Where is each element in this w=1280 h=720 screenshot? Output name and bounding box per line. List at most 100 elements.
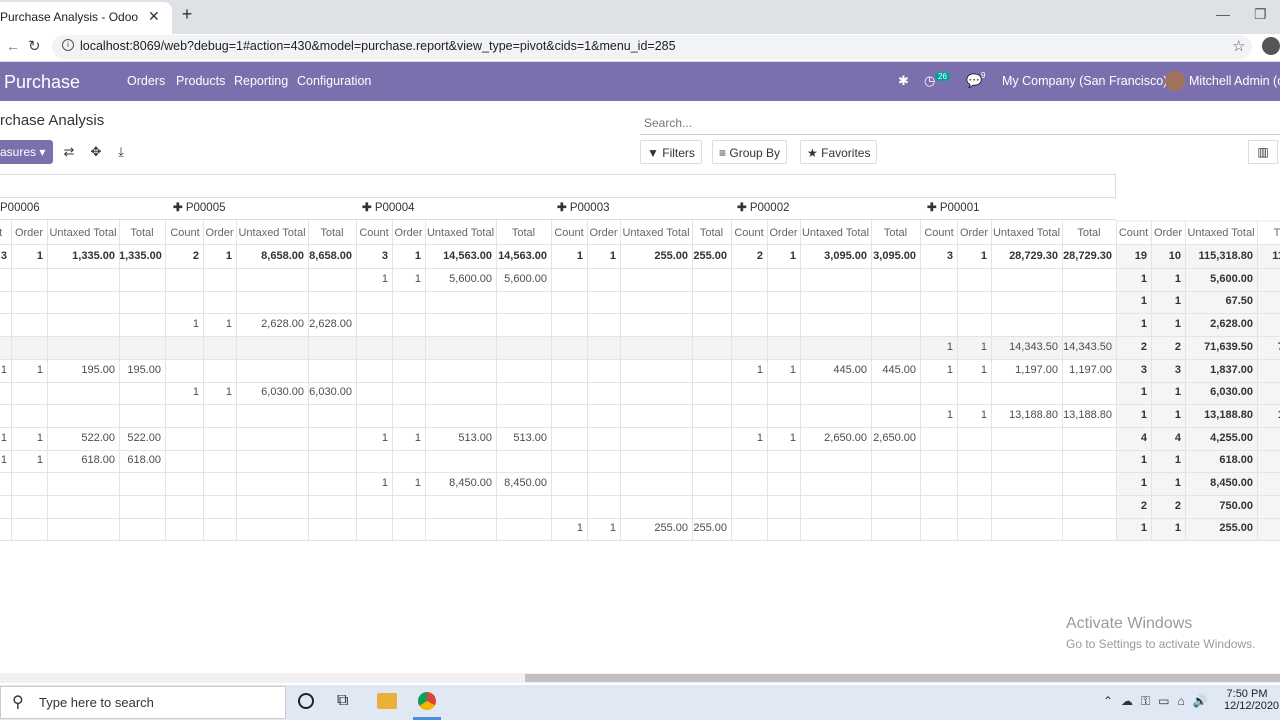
column-group-header[interactable]: ✚ P00001 [921,197,980,220]
debug-bug-icon[interactable]: ✱ [898,73,909,89]
column-divider [920,220,921,540]
pivot-cell: 1 [381,272,388,285]
activity-clock-icon[interactable]: ◷ [924,73,935,89]
flip-axis-icon[interactable]: ⇄ [57,140,81,164]
plus-icon: ✚ [737,202,750,214]
pivot-cell [0,381,11,404]
pivot-cell: 1,335.00 [119,250,162,262]
avatar[interactable] [1165,71,1185,91]
url-text[interactable]: localhost:8069/web?debug=1#action=430&mo… [80,39,676,53]
back-icon[interactable]: ← [6,38,20,54]
pivot-cell [236,268,308,291]
pivot-cell [620,427,692,450]
filters-button[interactable]: ▼ Filters [640,140,702,164]
measure-header: Order [11,222,47,245]
file-explorer-icon[interactable] [377,693,397,709]
column-group-label: P00004 [374,202,415,214]
menu-products[interactable]: Products [176,74,225,88]
company-switcher[interactable]: My Company (San Francisco) [1002,74,1167,88]
column-group-header[interactable]: ✚ P00003 [551,197,610,220]
profile-icon[interactable] [1262,37,1280,55]
messages-chat-icon[interactable]: 💬 [966,73,982,89]
pivot-total-cell: 71, [1257,336,1280,359]
download-icon[interactable]: ⤓ [109,140,133,164]
pivot-cell [308,472,356,495]
info-icon[interactable]: i [62,39,74,51]
pivot-cell [496,404,551,427]
column-divider [11,220,12,540]
pivot-cell: 195.00 [127,363,161,376]
pivot-cell [871,517,920,540]
reload-icon[interactable]: ↻ [28,37,41,55]
header-divider [0,244,1280,245]
chrome-icon[interactable] [418,692,436,710]
search-input[interactable] [640,111,1280,135]
pivot-cell [800,381,871,404]
column-divider [356,220,357,540]
pivot-cell [47,517,119,540]
bookmark-star-icon[interactable]: ☆ [1232,37,1245,55]
pivot-cell [47,404,119,427]
column-divider [871,220,872,540]
pivot-cell [921,268,957,291]
column-divider [1151,220,1152,540]
pivot-cell [496,381,551,404]
pivot-cell [496,336,551,359]
measure-header: Count [167,222,203,245]
cortana-icon[interactable] [298,693,314,709]
column-divider [991,220,992,540]
new-tab-button[interactable]: + [176,4,198,28]
graph-view-icon[interactable]: ▥ [1248,140,1278,164]
pivot-cell [991,290,1062,313]
pivot-cell [800,404,871,427]
pivot-total-cell: 19 [1134,250,1147,262]
user-menu[interactable]: Mitchell Admin (odo [1189,74,1280,88]
pivot-total-cell: 255.00 [1219,522,1253,535]
pivot-cell [551,495,587,518]
pivot-cell [692,472,731,495]
pivot-cell [620,381,692,404]
pivot-total-cell: 1 [1174,272,1181,285]
app-brand[interactable]: Purchase [4,72,80,93]
pivot-cell [1062,427,1116,450]
system-tray-icons[interactable]: ⌃☁⚿▭⌂🔊 [1103,694,1216,709]
pivot-cell [203,495,236,518]
measure-header: Total [119,222,165,245]
measure-header: Total [871,222,920,245]
menu-configuration[interactable]: Configuration [297,74,371,88]
column-divider [119,220,120,540]
menu-reporting[interactable]: Reporting [234,74,288,88]
page-title: rchase Analysis [0,112,105,129]
pivot-cell [957,313,991,336]
column-group-header[interactable]: ✚ P00004 [356,197,415,220]
pivot-cell [767,517,800,540]
favorites-button[interactable]: ★ Favorites [800,140,878,164]
pivot-cell [203,268,236,291]
pivot-cell [767,268,800,291]
pivot-cell [119,517,165,540]
pivot-cell [496,313,551,336]
taskbar-clock[interactable]: 7:50 PM 12/12/2020 [1224,688,1279,712]
task-view-icon[interactable]: ⧉ [337,692,348,710]
column-group-header[interactable]: ✚ P00002 [731,197,790,220]
expand-all-icon[interactable]: ✥ [84,140,108,164]
measure-header: Untaxed Total [236,222,308,245]
column-divider [957,220,958,540]
column-group-header[interactable]: P00006 [0,197,40,220]
measures-button[interactable]: asures ▾ [0,140,53,164]
pivot-cell [236,472,308,495]
pivot-cell [620,268,692,291]
menu-orders[interactable]: Orders [127,74,165,88]
pivot-cell [957,472,991,495]
column-group-header[interactable]: ✚ P00005 [167,197,226,220]
group-by-button[interactable]: ≡ Group By [712,140,788,164]
pivot-cell [11,404,47,427]
pivot-cell: 1 [980,340,987,353]
tab-close-icon[interactable]: ✕ [148,8,160,25]
maximize-icon[interactable]: ❐ [1254,6,1267,23]
minimize-icon[interactable]: — [1216,6,1230,22]
pivot-cell [767,336,800,359]
scrollbar-thumb[interactable] [525,674,1280,682]
pivot-cell [551,336,587,359]
plus-icon: ✚ [927,202,940,214]
